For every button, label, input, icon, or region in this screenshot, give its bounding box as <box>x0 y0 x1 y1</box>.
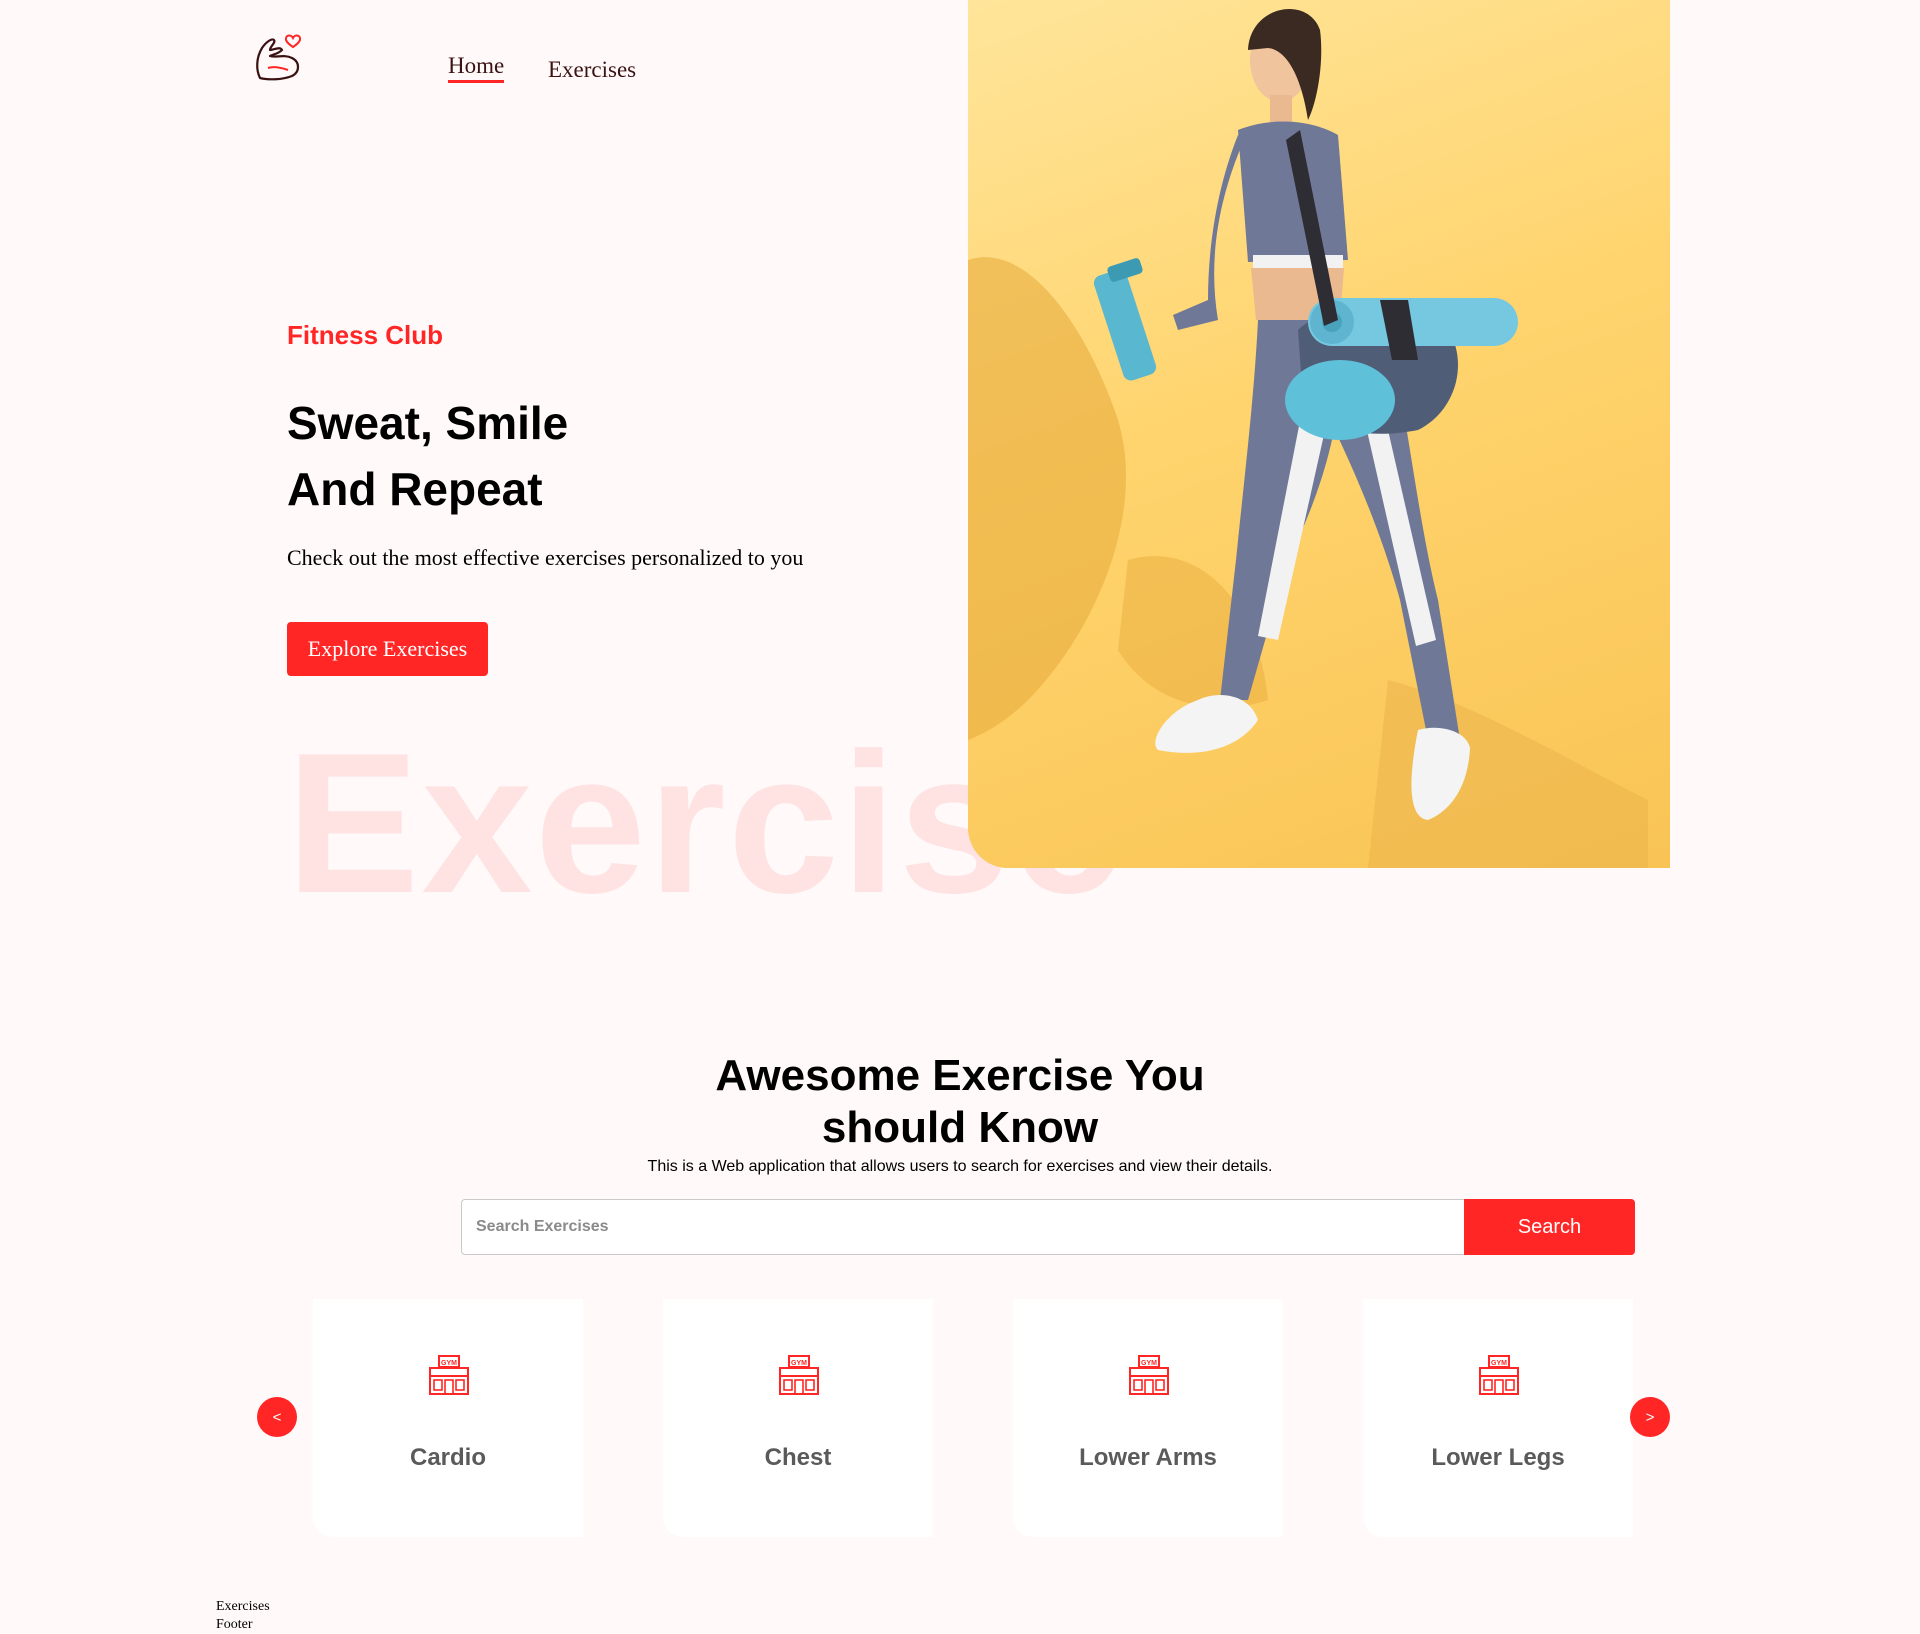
hero-title-line2: And Repeat <box>287 463 543 515</box>
carousel-next-button[interactable]: > <box>1630 1397 1670 1437</box>
hero-subtitle: Fitness Club <box>287 320 444 350</box>
hero-banner-image <box>968 0 1670 868</box>
category-card-lower-legs[interactable]: GYM Lower Legs <box>1363 1299 1633 1537</box>
carousel-prev-button[interactable]: < <box>257 1397 297 1437</box>
category-card-lower-arms[interactable]: GYM Lower Arms <box>1013 1299 1283 1537</box>
flexed-arm-heart-icon <box>256 34 302 81</box>
gym-building-icon: GYM <box>429 1355 469 1395</box>
nav-exercises-link[interactable]: Exercises <box>548 57 636 83</box>
category-label: Lower Legs <box>1431 1444 1565 1471</box>
svg-text:GYM: GYM <box>1141 1360 1157 1367</box>
category-label: Cardio <box>409 1444 486 1471</box>
svg-text:GYM: GYM <box>441 1360 457 1367</box>
gym-building-icon: GYM <box>1479 1355 1519 1395</box>
search-button[interactable]: Search <box>1464 1199 1635 1255</box>
hero-description: Check out the most effective exercises p… <box>287 545 804 570</box>
search-section-description: This is a Web application that allows us… <box>647 1158 1273 1175</box>
hero-title: Sweat, Smile And Repeat <box>287 390 568 522</box>
hero-title-line1: Sweat, Smile <box>287 397 569 449</box>
footer-line2: Footer <box>216 1617 253 1632</box>
search-title-line1: Awesome Exercise You <box>715 1051 1205 1100</box>
category-label: Lower Arms <box>1079 1444 1217 1471</box>
category-card-chest[interactable]: GYM Chest <box>663 1299 933 1537</box>
svg-text:GYM: GYM <box>1491 1360 1507 1367</box>
footer-line1: Exercises <box>216 1599 270 1614</box>
svg-text:GYM: GYM <box>791 1360 807 1367</box>
search-input[interactable] <box>461 1199 1465 1255</box>
nav-home-link[interactable]: Home <box>448 53 505 83</box>
category-card-cardio[interactable]: GYM Cardio <box>313 1299 583 1537</box>
gym-building-icon: GYM <box>1129 1355 1169 1395</box>
explore-exercises-button[interactable]: Explore Exercises <box>287 622 488 676</box>
logo[interactable] <box>252 28 306 86</box>
category-label: Chest <box>764 1444 832 1471</box>
gym-building-icon: GYM <box>779 1355 819 1395</box>
search-section-title: Awesome Exercise You should Know <box>0 1050 1920 1154</box>
search-title-line2: should Know <box>821 1103 1099 1152</box>
